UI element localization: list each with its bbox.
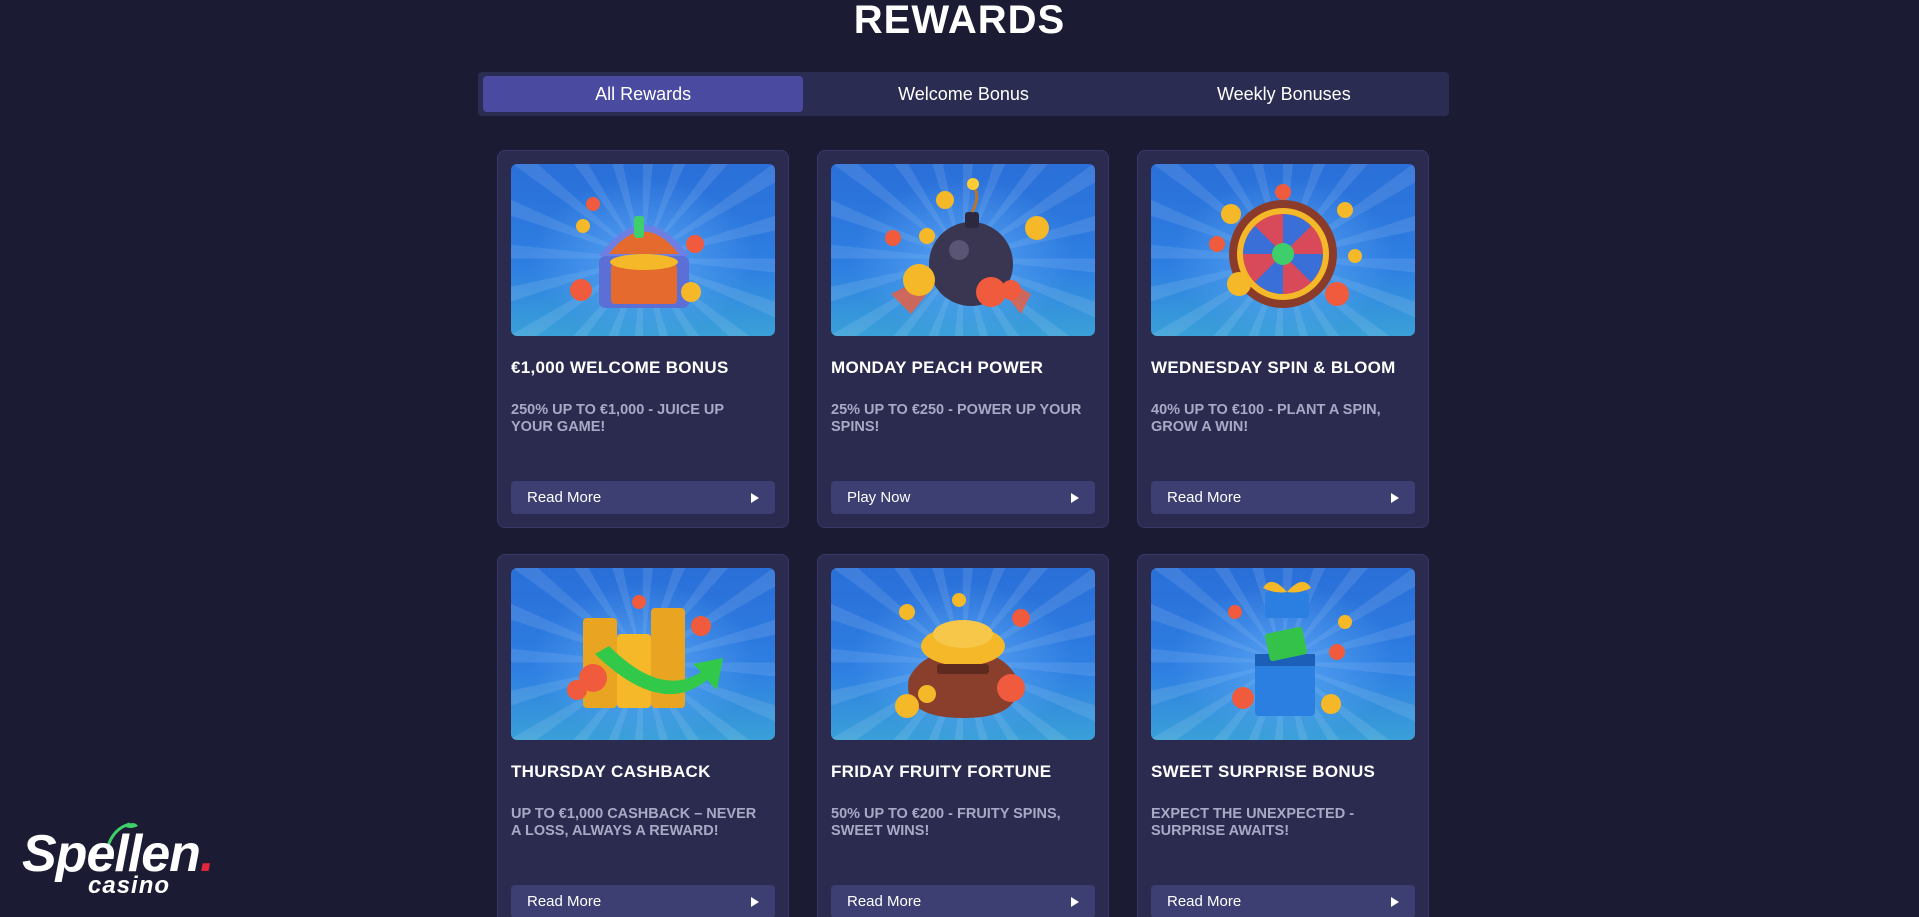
card-description: 50% UP TO €200 - FRUITY SPINS, SWEET WIN…	[831, 806, 1061, 839]
card-description: 40% UP TO €100 - PLANT A SPIN, GROW A WI…	[1151, 402, 1381, 435]
card-image	[1151, 164, 1415, 336]
gift-box-icon	[1228, 581, 1352, 716]
treasure-chest-icon	[570, 197, 704, 308]
tab-all-rewards[interactable]: All Rewards	[483, 76, 804, 112]
read-more-button[interactable]: Read More	[831, 885, 1095, 917]
rewards-page: REWARDS All Rewards Welcome Bonus Weekly…	[0, 0, 1919, 917]
card-image	[511, 164, 775, 336]
reward-card: €1,000 WELCOME BONUS 250% UP TO €1,000 -…	[497, 150, 789, 528]
read-more-button[interactable]: Read More	[1151, 885, 1415, 917]
button-label: Read More	[847, 893, 922, 910]
card-description: UP TO €1,000 CASHBACK – NEVER A LOSS, AL…	[511, 806, 757, 839]
spellen-casino-logo[interactable]: Spellen. casino	[22, 822, 232, 906]
button-label: Play Now	[847, 489, 911, 506]
logo-subtitle: casino	[88, 872, 171, 899]
button-label: Read More	[1167, 489, 1242, 506]
coin-stack-arrow-icon	[567, 595, 723, 708]
bomb-icon	[885, 178, 1049, 314]
play-now-button[interactable]: Play Now	[831, 481, 1095, 514]
play-icon	[1071, 492, 1079, 503]
card-image	[831, 164, 1095, 336]
button-label: Read More	[1167, 893, 1242, 910]
read-more-button[interactable]: Read More	[511, 885, 775, 917]
reward-card: SWEET SURPRISE BONUS EXPECT THE UNEXPECT…	[1137, 554, 1429, 917]
page-title: REWARDS	[853, 0, 1066, 42]
read-more-button[interactable]: Read More	[511, 481, 775, 514]
card-image	[831, 568, 1095, 740]
card-image	[511, 568, 775, 740]
card-title: SWEET SURPRISE BONUS	[1151, 762, 1376, 781]
rewards-grid: €1,000 WELCOME BONUS 250% UP TO €1,000 -…	[497, 150, 1429, 917]
card-title: WEDNESDAY SPIN & BLOOM	[1151, 358, 1396, 377]
reward-card: MONDAY PEACH POWER 25% UP TO €250 - POWE…	[817, 150, 1109, 528]
coin-sack-icon	[895, 593, 1030, 718]
play-icon	[1391, 492, 1399, 503]
card-description: 25% UP TO €250 - POWER UP YOUR SPINS!	[831, 402, 1082, 435]
card-description: 250% UP TO €1,000 - JUICE UP YOUR GAME!	[511, 402, 724, 435]
card-title: THURSDAY CASHBACK	[511, 762, 711, 781]
card-title: €1,000 WELCOME BONUS	[511, 358, 729, 377]
card-title: FRIDAY FRUITY FORTUNE	[831, 762, 1052, 781]
card-description: EXPECT THE UNEXPECTED - SURPRISE AWAITS!	[1151, 806, 1355, 839]
reward-card: THURSDAY CASHBACK UP TO €1,000 CASHBACK …	[497, 554, 789, 917]
read-more-button[interactable]: Read More	[1151, 481, 1415, 514]
button-label: Read More	[527, 893, 602, 910]
card-title: MONDAY PEACH POWER	[831, 358, 1044, 377]
reward-card: FRIDAY FRUITY FORTUNE 50% UP TO €200 - F…	[817, 554, 1109, 917]
play-icon	[1071, 896, 1079, 907]
play-icon	[751, 492, 759, 503]
reward-card: WEDNESDAY SPIN & BLOOM 40% UP TO €100 - …	[1137, 150, 1429, 528]
tab-welcome-bonus[interactable]: Welcome Bonus	[803, 76, 1123, 112]
card-image	[1151, 568, 1415, 740]
button-label: Read More	[527, 489, 602, 506]
tab-weekly-bonuses[interactable]: Weekly Bonuses	[1124, 76, 1444, 112]
reward-tabs: All Rewards Welcome Bonus Weekly Bonuses	[478, 72, 1449, 116]
play-icon	[1391, 896, 1399, 907]
play-icon	[751, 896, 759, 907]
prize-wheel-icon	[1209, 184, 1362, 308]
